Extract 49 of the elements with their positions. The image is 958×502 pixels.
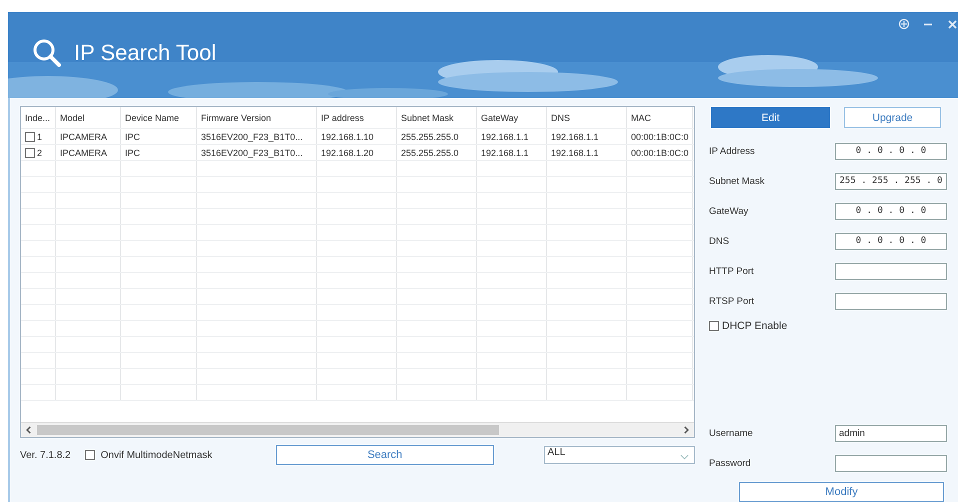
column-header[interactable]: MAC: [631, 112, 651, 122]
table-cell: IPC: [125, 132, 140, 142]
field-label: DNS: [709, 236, 730, 246]
field-label: GateWay: [709, 206, 750, 216]
table-cell: IPCAMERA: [60, 132, 108, 142]
dhcp-label: DHCP Enable: [722, 320, 788, 332]
table-cell: 192.168.1.1: [481, 148, 529, 158]
table-cell: 192.168.1.20: [321, 148, 374, 158]
window-title: IP Search Tool: [74, 40, 216, 66]
field-label: HTTP Port: [709, 266, 755, 276]
column-header[interactable]: IP address: [321, 112, 364, 122]
table-cell: 00:00:1B:0C:0: [631, 148, 689, 158]
table-cell: 3516EV200_F23_B1T0...: [201, 148, 303, 158]
table-cell: IPCAMERA: [60, 148, 108, 158]
table-cell: 192.168.1.1: [551, 132, 599, 142]
column-header[interactable]: Inde...: [25, 112, 50, 122]
table-cell: 2: [37, 148, 42, 158]
onvif-label: Onvif MultimodeNetmask: [100, 450, 212, 460]
column-header[interactable]: Subnet Mask: [401, 112, 454, 122]
field-label: RTSP Port: [709, 296, 756, 306]
field-label: Username: [709, 428, 754, 438]
table-cell: 192.168.1.10: [321, 132, 374, 142]
username-field[interactable]: admin: [835, 424, 947, 442]
ip-address-field[interactable]: 0 . 0 . 0 . 0: [835, 232, 947, 250]
column-header[interactable]: Firmware Version: [201, 112, 272, 122]
panel-tab[interactable]: Upgrade: [844, 107, 941, 128]
table-cell: 192.168.1.1: [551, 148, 599, 158]
table-cell: 255.255.255.0: [401, 132, 459, 142]
column-header[interactable]: Device Name: [125, 112, 180, 122]
field-label: Password: [709, 458, 752, 468]
ip-address-field[interactable]: 0 . 0 . 0 . 0: [835, 202, 947, 220]
ip-address-field[interactable]: 0 . 0 . 0 . 0: [835, 142, 947, 160]
version-label: Ver. 7.1.8.2: [20, 450, 71, 460]
table-cell: 3516EV200_F23_B1T0...: [201, 132, 303, 142]
field-label: IP Address: [709, 146, 756, 156]
search-button[interactable]: Search: [276, 445, 494, 465]
column-header[interactable]: GateWay: [481, 112, 518, 122]
ip-address-field[interactable]: 255 . 255 . 255 . 0: [835, 172, 947, 190]
column-header[interactable]: Model: [60, 112, 85, 122]
table-cell: IPC: [125, 148, 140, 158]
filter-dropdown[interactable]: ALL: [544, 446, 695, 464]
table-cell: 1: [37, 132, 42, 142]
table-cell: 255.255.255.0: [401, 148, 459, 158]
modify-button[interactable]: Modify: [739, 482, 944, 502]
field-label: Subnet Mask: [709, 176, 766, 186]
panel-tab[interactable]: Edit: [711, 107, 830, 128]
table-cell: 00:00:1B:0C:0: [631, 132, 689, 142]
column-header[interactable]: DNS: [551, 112, 570, 122]
table-cell: 192.168.1.1: [481, 132, 529, 142]
